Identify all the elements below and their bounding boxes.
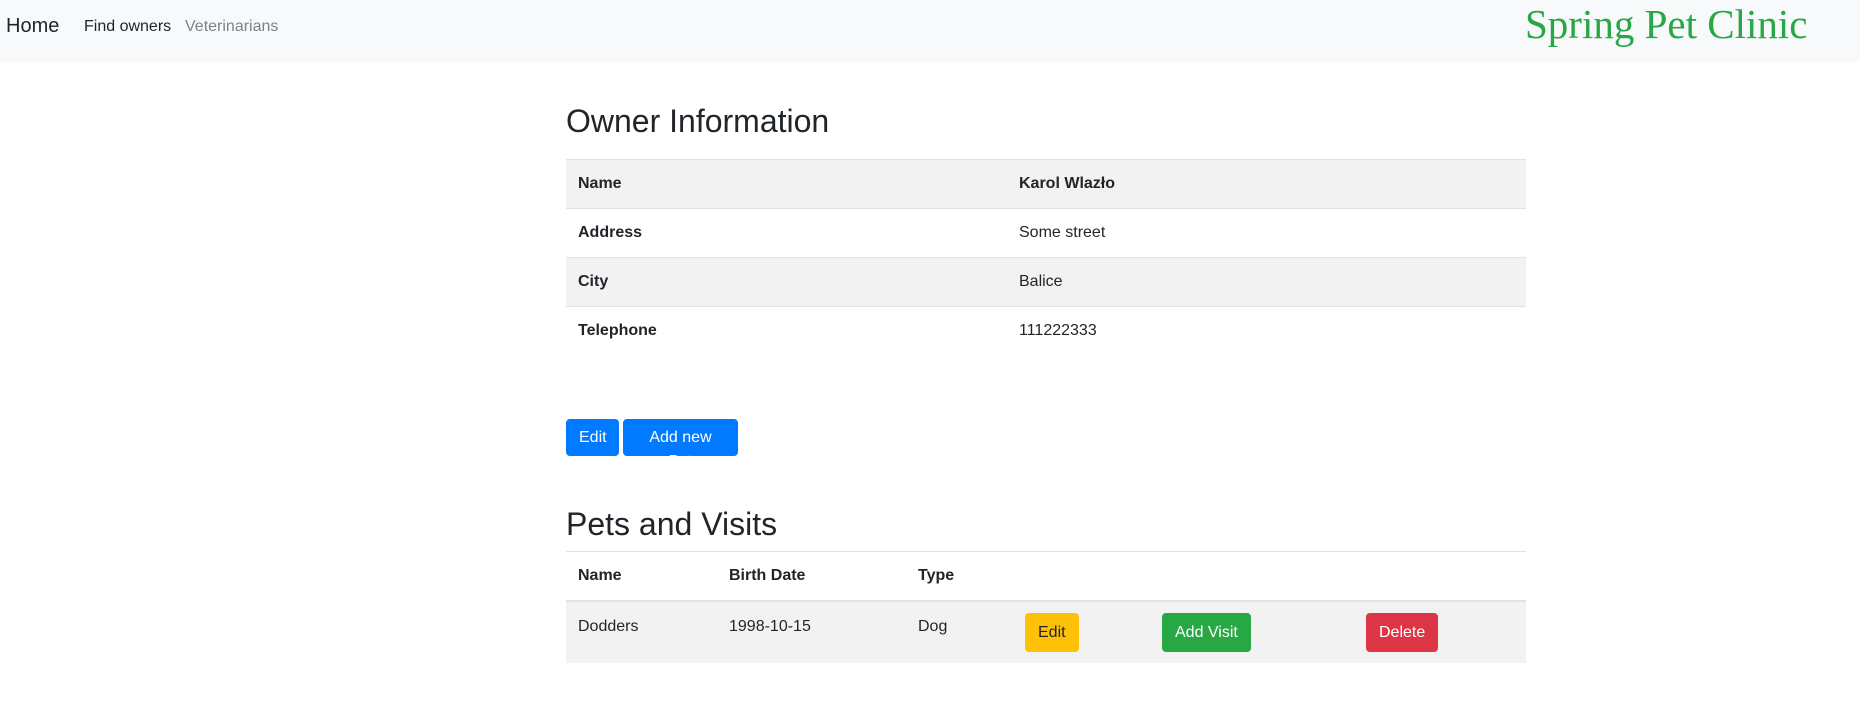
pets-column-name: Name (566, 551, 717, 602)
owner-info-table: Name Karol Wlazło Address Some street Ci… (566, 159, 1526, 355)
pet-add-visit-cell: Add Visit (1150, 601, 1354, 663)
owner-telephone-value: 111222333 (1007, 306, 1526, 355)
owner-information-heading: Owner Information (566, 103, 830, 139)
owner-city-label: City (566, 257, 1007, 307)
pets-and-visits-heading: Pets and Visits (566, 506, 778, 542)
owner-row-address: Address Some street (566, 208, 1526, 258)
owner-name-value: Karol Wlazło (1007, 159, 1526, 209)
add-visit-button[interactable]: Add Visit (1162, 613, 1251, 652)
owner-name-label: Name (566, 159, 1007, 209)
pets-table-header: Name Birth Date Type (566, 551, 1526, 602)
owner-row-city: City Balice (566, 257, 1526, 307)
home-link[interactable]: Home (6, 15, 59, 38)
pet-delete-cell: Delete (1354, 601, 1526, 663)
owner-row-name: Name Karol Wlazło (566, 159, 1526, 209)
pets-table: Name Birth Date Type Dodders 1998-10-15 … (566, 551, 1526, 663)
pet-birth-date: 1998-10-15 (717, 601, 906, 663)
add-new-pet-button[interactable]: Add new Pet (623, 419, 738, 470)
delete-pet-button[interactable]: Delete (1366, 613, 1439, 652)
nav-veterinarians-link[interactable]: Veterinarians (185, 18, 278, 36)
pet-row: Dodders 1998-10-15 Dog Edit Add Visit De… (566, 601, 1526, 663)
pets-column-type: Type (906, 551, 1013, 602)
pets-column-edit (1013, 551, 1150, 602)
pet-name: Dodders (566, 601, 717, 663)
owner-address-label: Address (566, 208, 1007, 258)
pets-column-birth-date: Birth Date (717, 551, 906, 602)
clinic-title: Spring Pet Clinic (1525, 1, 1808, 47)
navbar: Home Find owners Veterinarians Spring Pe… (0, 0, 1860, 62)
owner-telephone-label: Telephone (566, 306, 1007, 355)
edit-owner-button[interactable]: Edit (566, 419, 619, 456)
pets-column-visit (1150, 551, 1354, 602)
pet-type: Dog (906, 601, 1013, 663)
owner-city-value: Balice (1007, 257, 1526, 307)
nav-find-owners-link[interactable]: Find owners (84, 18, 171, 36)
edit-pet-button[interactable]: Edit (1025, 613, 1079, 652)
owner-address-value: Some street (1007, 208, 1526, 258)
pet-edit-cell: Edit (1013, 601, 1150, 663)
owner-row-telephone: Telephone 111222333 (566, 306, 1526, 355)
pets-column-delete (1354, 551, 1526, 602)
